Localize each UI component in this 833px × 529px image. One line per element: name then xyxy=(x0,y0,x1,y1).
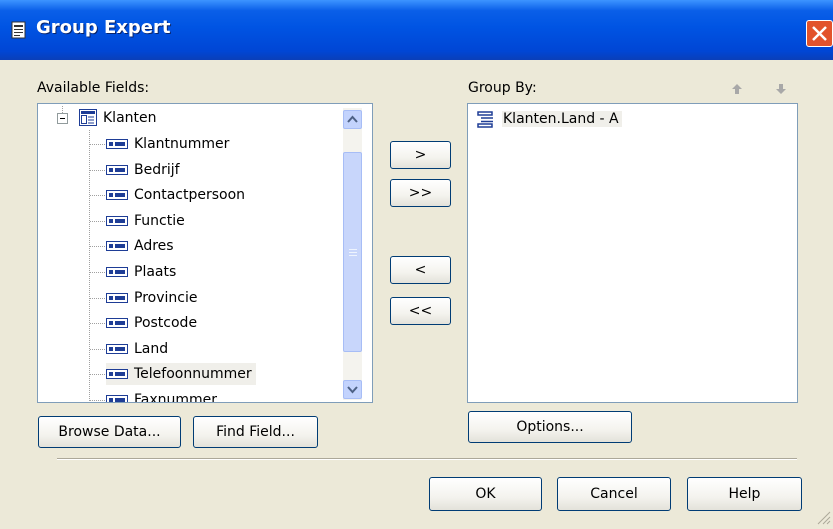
ok-button[interactable]: OK xyxy=(429,477,542,511)
add-field-button[interactable]: > xyxy=(390,141,451,169)
tree-scrollbar[interactable] xyxy=(343,108,362,400)
add-all-fields-button[interactable]: >> xyxy=(390,179,451,207)
tree-item-label: Adres xyxy=(134,238,174,254)
field-icon xyxy=(106,187,134,203)
scroll-thumb[interactable] xyxy=(343,152,362,352)
report-icon xyxy=(10,21,28,39)
remove-all-label: << xyxy=(408,303,433,319)
title-bar[interactable]: Group Expert xyxy=(0,0,833,60)
find-field-label: Find Field... xyxy=(216,424,295,440)
field-icon xyxy=(106,238,134,254)
cancel-label: Cancel xyxy=(590,486,638,502)
group-by-label: Group By: xyxy=(468,80,537,96)
tree-item-label: Postcode xyxy=(134,315,198,331)
group-by-item-label: Klanten.Land - A xyxy=(502,111,622,127)
tree-item[interactable]: Provincie xyxy=(106,287,197,309)
tree-item[interactable]: Land xyxy=(106,338,168,360)
help-label: Help xyxy=(728,486,761,502)
tree-collapse-toggle[interactable] xyxy=(57,113,68,124)
tree-item-label: Bedrijf xyxy=(134,162,180,178)
add-field-label: > xyxy=(414,147,427,163)
tree-item-label: Klantnummer xyxy=(134,136,230,152)
chevron-up-icon xyxy=(347,115,358,123)
options-button[interactable]: Options... xyxy=(468,411,632,443)
table-icon xyxy=(79,109,97,130)
tree-root-klanten[interactable]: Klanten xyxy=(103,107,157,129)
cancel-button[interactable]: Cancel xyxy=(557,477,671,511)
field-icon xyxy=(106,341,134,357)
available-fields-label: Available Fields: xyxy=(37,80,150,96)
tree-item-label: Plaats xyxy=(134,264,177,280)
browse-data-button[interactable]: Browse Data... xyxy=(38,416,181,448)
options-label: Options... xyxy=(516,419,584,435)
scroll-up-button[interactable] xyxy=(343,110,362,129)
field-icon xyxy=(106,392,134,402)
tree-item-label: Provincie xyxy=(134,290,198,306)
tree-item[interactable]: Postcode xyxy=(106,312,197,334)
available-fields-tree[interactable]: Klanten Klantnummer Bedrijf Contactperso… xyxy=(37,103,373,403)
tree-item[interactable]: Plaats xyxy=(106,261,176,283)
arrow-up-icon[interactable] xyxy=(731,83,743,99)
field-icon xyxy=(106,315,134,331)
field-icon xyxy=(106,213,134,229)
arrow-down-icon[interactable] xyxy=(775,83,787,99)
help-button[interactable]: Help xyxy=(687,477,802,511)
group-by-list[interactable]: Klanten.Land - A xyxy=(467,103,798,403)
group-icon xyxy=(477,110,502,128)
add-all-label: >> xyxy=(408,185,433,201)
tree-item-label: Functie xyxy=(134,213,185,229)
browse-data-label: Browse Data... xyxy=(58,424,161,440)
field-icon xyxy=(106,136,134,152)
find-field-button[interactable]: Find Field... xyxy=(193,416,318,448)
tree-item[interactable]: Contactpersoon xyxy=(106,184,245,206)
window-title: Group Expert xyxy=(36,17,171,38)
group-by-item[interactable]: Klanten.Land - A xyxy=(477,108,622,130)
tree-item[interactable]: Faxnummer xyxy=(106,389,218,403)
tree-item[interactable]: Bedrijf xyxy=(106,159,180,181)
tree-item[interactable]: Functie xyxy=(106,210,185,232)
tree-item[interactable]: Adres xyxy=(106,235,174,257)
remove-field-label: < xyxy=(414,262,427,278)
ok-label: OK xyxy=(475,486,496,502)
remove-field-button[interactable]: < xyxy=(390,256,451,284)
scroll-down-button[interactable] xyxy=(343,380,362,399)
remove-all-fields-button[interactable]: << xyxy=(390,297,451,325)
tree-item-label: Telefoonnummer xyxy=(134,366,252,382)
field-icon xyxy=(106,366,134,382)
chevron-down-icon xyxy=(347,386,358,394)
tree-item[interactable]: Klantnummer xyxy=(106,133,229,155)
divider xyxy=(57,458,797,460)
field-icon xyxy=(106,290,134,306)
resize-grip-icon[interactable] xyxy=(815,509,831,529)
close-button[interactable] xyxy=(806,20,833,47)
tree-item-label: Faxnummer xyxy=(134,392,218,403)
field-icon xyxy=(106,264,134,280)
tree-item-label: Land xyxy=(134,341,169,357)
group-expert-dialog: Group Expert Available Fields: Klanten K… xyxy=(0,0,833,527)
tree-item-label: Contactpersoon xyxy=(134,187,246,203)
tree-item-hovered[interactable]: Telefoonnummer xyxy=(106,363,256,385)
field-icon xyxy=(106,162,134,178)
